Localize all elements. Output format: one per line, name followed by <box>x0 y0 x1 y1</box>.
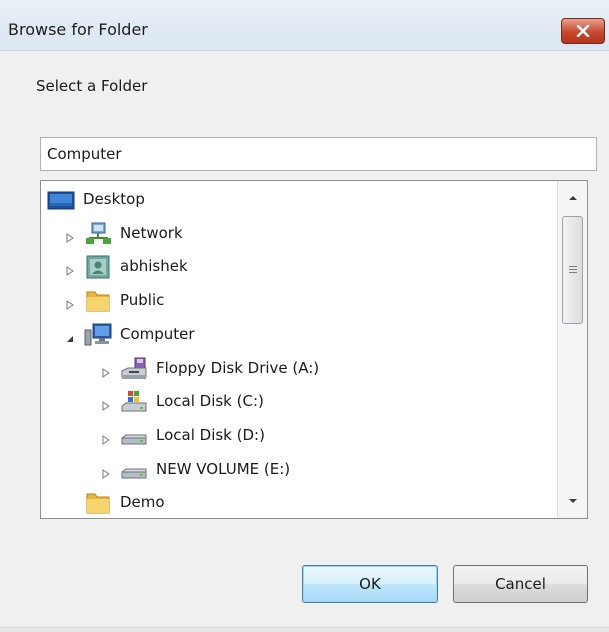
desktop-icon <box>47 188 75 212</box>
collapsed-arrow-icon[interactable] <box>101 397 111 412</box>
tree-item-label: Computer <box>120 324 195 343</box>
collapsed-arrow-icon[interactable] <box>101 431 111 445</box>
floppy-drive-icon <box>120 357 148 381</box>
window-bottom-border <box>0 627 609 632</box>
network-icon <box>84 222 112 246</box>
tree-item-label: Demo <box>120 493 165 512</box>
folder-tree[interactable]: Desktop Network abhishek Public Computer Flop… <box>40 180 588 519</box>
tree-item-demo[interactable]: Demo <box>41 487 561 518</box>
expanded-arrow-icon[interactable] <box>65 330 75 342</box>
ok-button[interactable]: OK <box>302 565 438 603</box>
collapsed-arrow-icon[interactable] <box>65 296 75 311</box>
hard-drive-icon <box>120 458 148 482</box>
computer-icon <box>84 323 112 347</box>
instruction-text: Select a Folder <box>36 77 148 95</box>
tree-item-label: NEW VOLUME (E:) <box>156 459 291 478</box>
folder-icon <box>84 491 112 515</box>
close-button[interactable] <box>561 18 605 44</box>
tree-item-desktop[interactable]: Desktop <box>41 184 561 217</box>
tree-item-network[interactable]: Network <box>41 218 561 251</box>
tree-item-label: Public <box>120 291 165 310</box>
collapsed-arrow-icon[interactable] <box>101 465 111 479</box>
tree-item-computer[interactable]: Computer <box>41 319 561 352</box>
tree-item-label: abhishek <box>120 257 188 276</box>
tree-item-floppy-disk-drive-a[interactable]: Floppy Disk Drive (A:) <box>41 353 561 386</box>
scroll-up-arrow-icon <box>569 196 577 200</box>
tree-item-label: Local Disk (C:) <box>156 392 264 411</box>
scroll-down-button[interactable] <box>558 486 587 516</box>
tree-item-label: Floppy Disk Drive (A:) <box>156 358 320 377</box>
scroll-down-arrow-icon <box>569 499 577 503</box>
collapsed-arrow-icon[interactable] <box>65 262 75 277</box>
scrollbar-thumb[interactable] <box>562 216 583 324</box>
hard-drive-icon <box>120 424 148 448</box>
system-drive-icon <box>120 390 148 414</box>
tree-item-local-disk-c[interactable]: Local Disk (C:) <box>41 386 561 419</box>
collapsed-arrow-icon[interactable] <box>65 229 75 243</box>
vertical-scrollbar[interactable] <box>557 181 587 518</box>
tree-item-label: Desktop <box>83 190 145 208</box>
user-folder-icon <box>84 255 112 279</box>
cancel-button[interactable]: Cancel <box>453 565 588 603</box>
folder-path-input[interactable] <box>40 137 597 171</box>
tree-item-new-volume-e[interactable]: NEW VOLUME (E:) <box>41 454 561 487</box>
scroll-up-button[interactable] <box>558 183 587 213</box>
title-bar: Browse for Folder <box>0 0 609 51</box>
tree-item-label: Network <box>120 223 183 242</box>
collapsed-arrow-icon[interactable] <box>101 364 111 378</box>
folder-icon <box>84 289 112 313</box>
tree-item-label: Local Disk (D:) <box>156 425 265 444</box>
tree-item-abhishek[interactable]: abhishek <box>41 251 561 284</box>
tree-item-local-disk-d[interactable]: Local Disk (D:) <box>41 420 561 453</box>
tree-item-public[interactable]: Public <box>41 285 561 318</box>
close-icon <box>576 25 590 37</box>
window-title: Browse for Folder <box>8 20 148 39</box>
